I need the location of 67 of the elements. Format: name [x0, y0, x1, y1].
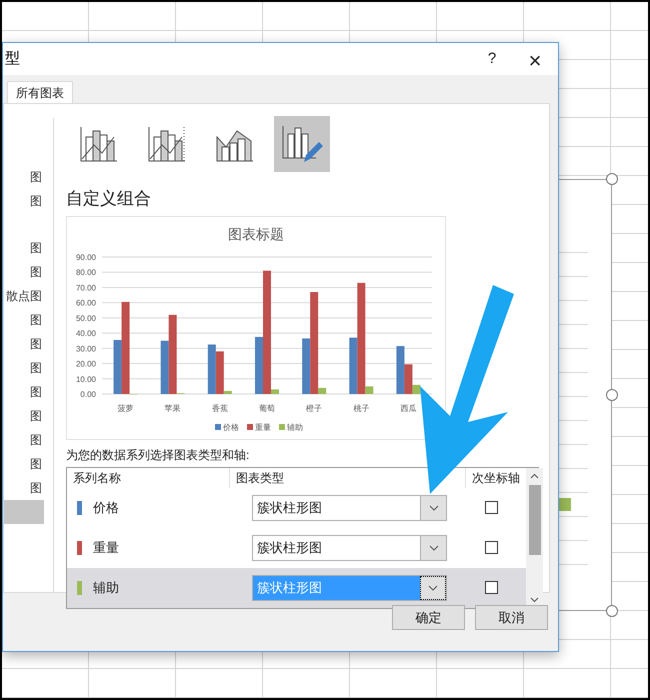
chart-type-item[interactable]: 散点图 — [4, 284, 44, 308]
chevron-down-icon — [420, 536, 446, 560]
section-heading: 自定义组合 — [66, 188, 152, 210]
axis-label: 菠萝 — [118, 404, 134, 412]
chart-type-item[interactable]: 图 — [4, 452, 44, 476]
chart-type-item[interactable]: 图 — [4, 260, 44, 284]
chevron-down-icon — [420, 496, 446, 520]
bar — [208, 344, 216, 394]
scrollbar[interactable] — [526, 468, 543, 608]
chart-type-item[interactable]: 图 — [4, 404, 44, 428]
checkbox[interactable] — [485, 581, 498, 594]
dialog-button[interactable]: 确定 — [392, 605, 465, 630]
axis-label: 0.00 — [80, 390, 96, 398]
chart-title: 图表标题 — [228, 226, 284, 242]
axis-label: 60.00 — [76, 298, 96, 308]
axis-label: 西瓜 — [400, 404, 416, 412]
chart-type-dropdown[interactable]: 簇状柱形图 — [252, 494, 447, 520]
checkbox[interactable] — [485, 501, 498, 514]
legend-item: 辅助 — [279, 422, 303, 432]
axis-label: 桃子 — [353, 404, 370, 412]
chart-type-dropdown[interactable]: 簇状柱形图 — [252, 534, 447, 560]
resize-handle[interactable] — [606, 389, 618, 401]
axis-label: 橙子 — [306, 404, 322, 412]
series-name: 辅助 — [93, 578, 119, 597]
legend-label: 价格 — [222, 422, 239, 432]
axis-label: 70.00 — [76, 282, 96, 292]
axis-label: 40.00 — [76, 328, 96, 338]
resize-handle[interactable] — [606, 605, 618, 617]
legend-label: 重量 — [255, 422, 271, 432]
chart-type-item[interactable]: 图 — [4, 476, 44, 500]
axis-label: 葡萄 — [259, 404, 275, 412]
chart-subtype-button[interactable] — [274, 116, 330, 172]
chart-type-item[interactable]: 图 — [4, 380, 44, 404]
chevron-down-icon — [420, 576, 446, 600]
axis-label: 90.00 — [76, 252, 96, 262]
axis-label: 30.00 — [76, 344, 96, 353]
close-button[interactable]: × — [512, 44, 558, 74]
legend-item: 价格 — [215, 422, 239, 432]
axis-label: 50.00 — [76, 313, 96, 322]
help-button[interactable]: ? — [472, 44, 512, 74]
instruction-text: 为您的数据系列选择图表类型和轴: — [66, 446, 250, 464]
chart-type-item[interactable]: 图 — [4, 308, 44, 332]
chart-type-item[interactable]: 图 — [4, 189, 44, 213]
bar — [559, 498, 571, 511]
axis-label: 香蕉 — [212, 404, 228, 412]
axis-label: 10.00 — [76, 374, 96, 384]
chart-type-item[interactable]: 图 — [4, 165, 44, 189]
dialog-button[interactable]: 取消 — [475, 605, 548, 630]
chart-type-item[interactable]: 图 — [4, 332, 44, 356]
series-row[interactable]: 价格 簇状柱形图 — [67, 488, 526, 528]
column-header: 系列名称 — [72, 470, 122, 486]
legend-label: 辅助 — [287, 422, 303, 432]
tab[interactable]: 所有图表 — [7, 81, 73, 103]
chart-type-item[interactable]: 图 — [4, 236, 44, 260]
series-row[interactable]: 辅助 簇状柱形图 — [67, 568, 526, 608]
axis-label: 20.00 — [76, 359, 96, 368]
chart-type-item[interactable]: 图 — [4, 356, 44, 380]
chart-type-item[interactable]: 图 — [4, 428, 44, 452]
series-name: 重量 — [93, 538, 119, 557]
axis-label: 80.00 — [76, 268, 96, 277]
resize-handle[interactable] — [606, 173, 618, 185]
axis-label: 苹果 — [164, 404, 181, 412]
dialog-title: 型 — [3, 48, 20, 70]
checkbox[interactable] — [485, 541, 498, 554]
legend-item: 重量 — [247, 422, 271, 432]
series-name: 价格 — [93, 498, 119, 517]
series-row[interactable]: 重量 簇状柱形图 — [67, 528, 526, 568]
